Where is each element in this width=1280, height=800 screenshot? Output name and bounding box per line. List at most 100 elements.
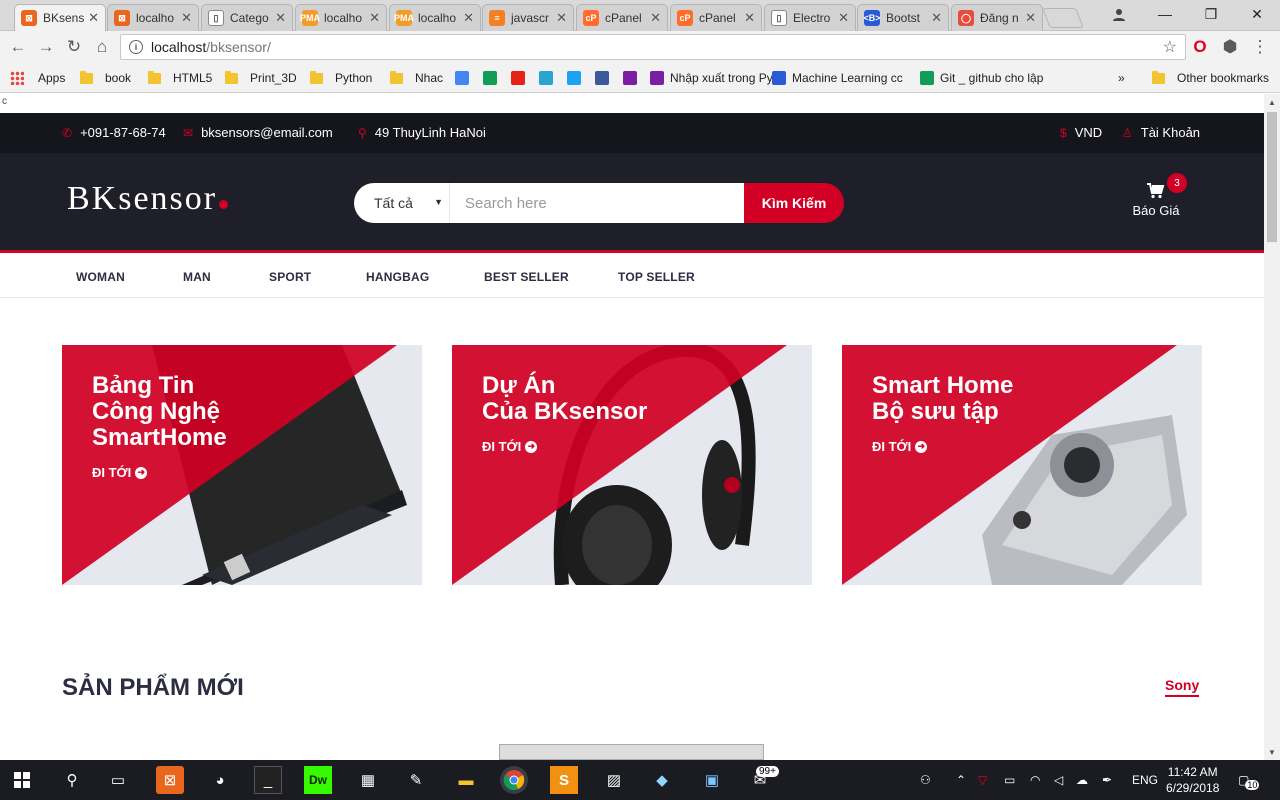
antivirus-icon[interactable]: ▽ — [978, 760, 987, 800]
translate-icon[interactable] — [455, 71, 469, 85]
tab-close-icon[interactable]: ✕ — [463, 10, 474, 26]
browser-tab[interactable]: cP cPanel ✕ — [576, 4, 668, 31]
banner-cta-link[interactable]: ĐI TỚI ➜ — [92, 465, 227, 480]
search-button[interactable]: Kìm Kiếm — [744, 183, 844, 223]
scroll-thumb[interactable] — [1267, 112, 1277, 242]
browser-tab[interactable]: ≡ javascr ✕ — [482, 4, 574, 31]
section-tab-sony[interactable]: Sony — [1165, 677, 1200, 697]
minimize-icon[interactable]: — — [1142, 0, 1188, 28]
app-icon[interactable]: ◕ — [206, 766, 234, 794]
menu-icon[interactable]: ⋮ — [1250, 37, 1270, 57]
quote-cart-button[interactable]: 3 Báo Giá — [1120, 173, 1192, 218]
address-link[interactable]: ⚲ 49 ThuyLinh HaNoi — [358, 125, 486, 140]
search-input[interactable]: Search here — [450, 183, 744, 223]
show-hidden-icons[interactable]: ⌃ — [956, 760, 966, 800]
bookmark-item[interactable]: Machine Learning cc — [772, 69, 903, 87]
browser-tab[interactable]: ◯ Đăng n ✕ — [951, 4, 1043, 31]
opera-extension-icon[interactable]: O — [1190, 37, 1210, 57]
extension-icon[interactable]: ⬢ — [1220, 37, 1240, 57]
banner-smart-home[interactable]: Smart Home Bộ sưu tập ĐI TỚI ➜ — [842, 345, 1202, 585]
app-icon[interactable]: ◆ — [648, 766, 676, 794]
tab-close-icon[interactable]: ✕ — [650, 10, 661, 26]
browser-tab[interactable]: <B> Bootst ✕ — [857, 4, 949, 31]
email-link[interactable]: ✉ bksensors@email.com — [183, 125, 333, 140]
tab-close-icon[interactable]: ✕ — [1025, 10, 1036, 26]
tab-close-icon[interactable]: ✕ — [744, 10, 755, 26]
browser-tab[interactable]: ▯ Electro ✕ — [764, 4, 856, 31]
battery-icon[interactable]: ▭ — [1004, 760, 1015, 800]
onedrive-icon[interactable]: ☁ — [1076, 760, 1088, 800]
browser-tab[interactable]: cP cPanel ✕ — [670, 4, 762, 31]
banner-tech-news[interactable]: Bảng Tin Công Nghệ SmartHome ĐI TỚI ➜ — [62, 345, 422, 585]
paint-icon[interactable]: ✎ — [402, 766, 430, 794]
home-icon[interactable]: ⌂ — [92, 37, 112, 57]
info-icon[interactable]: i — [129, 40, 143, 54]
phone-link[interactable]: ✆ +091-87-68-74 — [62, 125, 166, 140]
bookmark-item[interactable]: book — [80, 69, 131, 87]
currency-link[interactable]: $ VND — [1060, 125, 1102, 140]
chrome-icon[interactable] — [500, 766, 528, 794]
category-select[interactable]: Tất cả ▼ — [354, 183, 450, 223]
action-center-icon[interactable]: ▢ 10 — [1238, 760, 1260, 800]
nav-item-man[interactable]: MAN — [183, 270, 211, 284]
wifi-icon[interactable]: ◠ — [1030, 760, 1040, 800]
bookmark-item[interactable]: Other bookmarks — [1152, 69, 1269, 87]
remote-desktop-icon[interactable]: ▣ — [698, 766, 726, 794]
xampp-icon[interactable]: ⊠ — [156, 766, 184, 794]
nav-item-hangbag[interactable]: HANGBAG — [366, 270, 429, 284]
sticky-notes-icon[interactable]: ▨ — [600, 766, 628, 794]
bookmark-item[interactable]: Python — [310, 69, 372, 87]
nav-item-top-seller[interactable]: TOP SELLER — [618, 270, 695, 284]
banner-cta-link[interactable]: ĐI TỚI ➜ — [482, 439, 647, 454]
browser-tab[interactable]: PMA localho ✕ — [295, 4, 387, 31]
scroll-down-icon[interactable]: ▼ — [1264, 744, 1280, 760]
bookmark-item[interactable]: Apps — [10, 69, 65, 87]
nav-item-best-seller[interactable]: BEST SELLER — [484, 270, 569, 284]
forward-icon[interactable]: → — [36, 37, 56, 57]
sublime-icon[interactable]: S — [550, 766, 578, 794]
people-icon[interactable]: ⚇ — [920, 760, 931, 800]
nav-item-sport[interactable]: SPORT — [269, 270, 311, 284]
tab-close-icon[interactable]: ✕ — [369, 10, 380, 26]
reload-icon[interactable]: ↻ — [64, 37, 84, 57]
back-icon[interactable]: ← — [8, 37, 28, 57]
pen-icon[interactable]: ✒ — [1102, 760, 1112, 800]
nav-item-woman[interactable]: WOMAN — [76, 270, 125, 284]
bookmark-item[interactable]: » — [1118, 69, 1125, 87]
clock[interactable]: 11:42 AM 6/29/2018 — [1166, 760, 1219, 800]
page-scrollbar[interactable]: ▲ ▼ — [1264, 94, 1280, 760]
maximize-icon[interactable]: ❐ — [1188, 0, 1234, 28]
task-view-icon[interactable]: ▭ — [104, 766, 132, 794]
browser-tab[interactable]: ⊠ BKsens ✕ — [14, 4, 106, 31]
account-link[interactable]: ♙ Tài Khoản — [1122, 125, 1200, 140]
youtube-icon[interactable] — [511, 71, 525, 85]
browser-tab[interactable]: ▯ Catego ✕ — [201, 4, 293, 31]
file-explorer-icon[interactable]: ▬ — [452, 766, 480, 794]
bookmark-item[interactable]: Nhac — [390, 69, 443, 87]
tab-close-icon[interactable]: ✕ — [275, 10, 286, 26]
new-tab-button[interactable] — [1042, 8, 1084, 28]
close-window-icon[interactable]: ✕ — [1234, 0, 1280, 28]
tab-close-icon[interactable]: ✕ — [556, 10, 567, 26]
banner-projects[interactable]: Dự Án Của BKsensor ĐI TỚI ➜ — [452, 345, 812, 585]
bookmark-item[interactable]: HTML5 — [148, 69, 212, 87]
banner-cta-link[interactable]: ĐI TỚI ➜ — [872, 439, 1013, 454]
site-icon[interactable] — [623, 71, 637, 85]
bookmark-star-icon[interactable]: ☆ — [1163, 37, 1177, 57]
tab-close-icon[interactable]: ✕ — [838, 10, 849, 26]
site-logo[interactable]: BKsensor — [67, 180, 229, 218]
volume-icon[interactable]: ◁ — [1054, 760, 1063, 800]
calculator-icon[interactable]: ▦ — [354, 766, 382, 794]
terminal-icon[interactable]: _ — [254, 766, 282, 794]
twitter-icon[interactable] — [567, 71, 581, 85]
tab-close-icon[interactable]: ✕ — [181, 10, 192, 26]
tab-close-icon[interactable]: ✕ — [88, 10, 99, 26]
windows-start-icon[interactable] — [8, 766, 36, 794]
bookmark-item[interactable]: Print_3D — [225, 69, 297, 87]
search-icon[interactable]: ⚲ — [58, 766, 86, 794]
dreamweaver-icon[interactable]: Dw — [304, 766, 332, 794]
scroll-up-icon[interactable]: ▲ — [1264, 94, 1280, 110]
bookmark-item[interactable]: Git _ github cho lập — [920, 69, 1043, 87]
language-indicator[interactable]: ENG — [1132, 760, 1158, 800]
facebook-icon[interactable] — [595, 71, 609, 85]
